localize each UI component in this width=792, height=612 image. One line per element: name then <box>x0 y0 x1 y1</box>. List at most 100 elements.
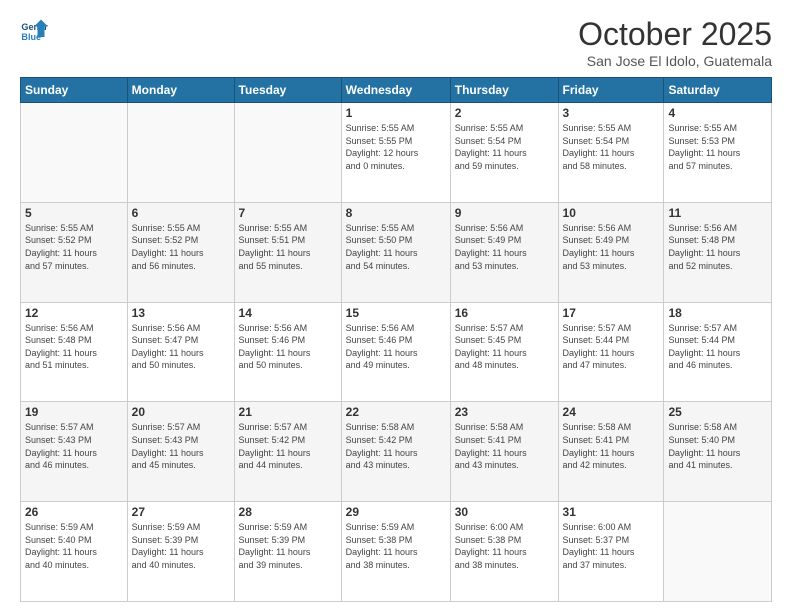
header: General Blue October 2025 San Jose El Id… <box>20 16 772 69</box>
calendar-subtitle: San Jose El Idolo, Guatemala <box>578 53 772 69</box>
day-info: Sunrise: 6:00 AM Sunset: 5:38 PM Dayligh… <box>455 521 554 571</box>
day-info: Sunrise: 5:55 AM Sunset: 5:52 PM Dayligh… <box>25 222 123 272</box>
day-number: 20 <box>132 405 230 419</box>
table-row: 25 Sunrise: 5:58 AM Sunset: 5:40 PM Dayli… <box>664 402 772 502</box>
day-number: 17 <box>563 306 660 320</box>
calendar-week-4: 19 Sunrise: 5:57 AM Sunset: 5:43 PM Dayli… <box>21 402 772 502</box>
day-info: Sunrise: 5:58 AM Sunset: 5:41 PM Dayligh… <box>563 421 660 471</box>
table-row: 31 Sunrise: 6:00 AM Sunset: 5:37 PM Dayli… <box>558 502 664 602</box>
table-row: 12 Sunrise: 5:56 AM Sunset: 5:48 PM Dayli… <box>21 302 128 402</box>
day-number: 21 <box>239 405 337 419</box>
table-row: 7 Sunrise: 5:55 AM Sunset: 5:51 PM Daylig… <box>234 202 341 302</box>
calendar-table: Sunday Monday Tuesday Wednesday Thursday… <box>20 77 772 602</box>
day-number: 25 <box>668 405 767 419</box>
day-info: Sunrise: 5:55 AM Sunset: 5:55 PM Dayligh… <box>346 122 446 172</box>
table-row: 2 Sunrise: 5:55 AM Sunset: 5:54 PM Daylig… <box>450 103 558 203</box>
day-number: 9 <box>455 206 554 220</box>
day-info: Sunrise: 5:56 AM Sunset: 5:48 PM Dayligh… <box>25 322 123 372</box>
table-row: 6 Sunrise: 5:55 AM Sunset: 5:52 PM Daylig… <box>127 202 234 302</box>
day-number: 7 <box>239 206 337 220</box>
day-info: Sunrise: 5:55 AM Sunset: 5:54 PM Dayligh… <box>455 122 554 172</box>
table-row: 17 Sunrise: 5:57 AM Sunset: 5:44 PM Dayli… <box>558 302 664 402</box>
calendar-week-3: 12 Sunrise: 5:56 AM Sunset: 5:48 PM Dayli… <box>21 302 772 402</box>
table-row: 8 Sunrise: 5:55 AM Sunset: 5:50 PM Daylig… <box>341 202 450 302</box>
col-tuesday: Tuesday <box>234 78 341 103</box>
day-info: Sunrise: 5:55 AM Sunset: 5:51 PM Dayligh… <box>239 222 337 272</box>
day-number: 19 <box>25 405 123 419</box>
day-info: Sunrise: 5:55 AM Sunset: 5:53 PM Dayligh… <box>668 122 767 172</box>
calendar-body: 1 Sunrise: 5:55 AM Sunset: 5:55 PM Daylig… <box>21 103 772 602</box>
day-info: Sunrise: 5:57 AM Sunset: 5:45 PM Dayligh… <box>455 322 554 372</box>
day-number: 14 <box>239 306 337 320</box>
day-number: 3 <box>563 106 660 120</box>
day-number: 23 <box>455 405 554 419</box>
table-row: 21Sunrise: 5:57 AM Sunset: 5:42 PM Dayli… <box>234 402 341 502</box>
day-info: Sunrise: 5:59 AM Sunset: 5:39 PM Dayligh… <box>132 521 230 571</box>
day-info: Sunrise: 5:57 AM Sunset: 5:44 PM Dayligh… <box>563 322 660 372</box>
day-number: 22 <box>346 405 446 419</box>
day-number: 28 <box>239 505 337 519</box>
day-number: 15 <box>346 306 446 320</box>
day-info: Sunrise: 5:55 AM Sunset: 5:50 PM Dayligh… <box>346 222 446 272</box>
title-block: October 2025 San Jose El Idolo, Guatemal… <box>578 16 772 69</box>
day-number: 1 <box>346 106 446 120</box>
day-number: 10 <box>563 206 660 220</box>
day-info: Sunrise: 5:56 AM Sunset: 5:48 PM Dayligh… <box>668 222 767 272</box>
day-number: 24 <box>563 405 660 419</box>
day-number: 4 <box>668 106 767 120</box>
day-info: Sunrise: 5:56 AM Sunset: 5:49 PM Dayligh… <box>563 222 660 272</box>
day-info: Sunrise: 5:59 AM Sunset: 5:40 PM Dayligh… <box>25 521 123 571</box>
table-row <box>127 103 234 203</box>
day-info: Sunrise: 5:58 AM Sunset: 5:40 PM Dayligh… <box>668 421 767 471</box>
day-info: Sunrise: 5:56 AM Sunset: 5:46 PM Dayligh… <box>346 322 446 372</box>
day-number: 29 <box>346 505 446 519</box>
day-info: Sunrise: 5:56 AM Sunset: 5:46 PM Dayligh… <box>239 322 337 372</box>
day-info: Sunrise: 5:59 AM Sunset: 5:39 PM Dayligh… <box>239 521 337 571</box>
table-row: 11 Sunrise: 5:56 AM Sunset: 5:48 PM Dayli… <box>664 202 772 302</box>
header-row: Sunday Monday Tuesday Wednesday Thursday… <box>21 78 772 103</box>
day-number: 30 <box>455 505 554 519</box>
day-number: 12 <box>25 306 123 320</box>
day-number: 2 <box>455 106 554 120</box>
day-info: Sunrise: 5:55 AM Sunset: 5:52 PM Dayligh… <box>132 222 230 272</box>
table-row: 13Sunrise: 5:56 AM Sunset: 5:47 PM Dayli… <box>127 302 234 402</box>
table-row: 4 Sunrise: 5:55 AM Sunset: 5:53 PM Daylig… <box>664 103 772 203</box>
table-row: 18Sunrise: 5:57 AM Sunset: 5:44 PM Dayli… <box>664 302 772 402</box>
calendar-week-2: 5Sunrise: 5:55 AM Sunset: 5:52 PM Daylig… <box>21 202 772 302</box>
table-row: 5Sunrise: 5:55 AM Sunset: 5:52 PM Daylig… <box>21 202 128 302</box>
day-info: Sunrise: 5:57 AM Sunset: 5:43 PM Dayligh… <box>25 421 123 471</box>
day-number: 11 <box>668 206 767 220</box>
day-number: 13 <box>132 306 230 320</box>
day-number: 31 <box>563 505 660 519</box>
day-info: Sunrise: 5:55 AM Sunset: 5:54 PM Dayligh… <box>563 122 660 172</box>
table-row: 24 Sunrise: 5:58 AM Sunset: 5:41 PM Dayli… <box>558 402 664 502</box>
day-info: Sunrise: 6:00 AM Sunset: 5:37 PM Dayligh… <box>563 521 660 571</box>
col-sunday: Sunday <box>21 78 128 103</box>
day-info: Sunrise: 5:57 AM Sunset: 5:43 PM Dayligh… <box>132 421 230 471</box>
table-row: 29 Sunrise: 5:59 AM Sunset: 5:38 PM Dayli… <box>341 502 450 602</box>
day-info: Sunrise: 5:59 AM Sunset: 5:38 PM Dayligh… <box>346 521 446 571</box>
col-saturday: Saturday <box>664 78 772 103</box>
table-row: 20 Sunrise: 5:57 AM Sunset: 5:43 PM Dayli… <box>127 402 234 502</box>
day-number: 6 <box>132 206 230 220</box>
table-row: 3 Sunrise: 5:55 AM Sunset: 5:54 PM Daylig… <box>558 103 664 203</box>
col-friday: Friday <box>558 78 664 103</box>
day-info: Sunrise: 5:57 AM Sunset: 5:44 PM Dayligh… <box>668 322 767 372</box>
day-info: Sunrise: 5:56 AM Sunset: 5:49 PM Dayligh… <box>455 222 554 272</box>
day-info: Sunrise: 5:58 AM Sunset: 5:41 PM Dayligh… <box>455 421 554 471</box>
logo-icon: General Blue <box>20 16 48 44</box>
logo: General Blue <box>20 16 52 44</box>
table-row <box>234 103 341 203</box>
calendar-title: October 2025 <box>578 16 772 53</box>
day-number: 27 <box>132 505 230 519</box>
table-row: 27 Sunrise: 5:59 AM Sunset: 5:39 PM Dayli… <box>127 502 234 602</box>
calendar-week-5: 26Sunrise: 5:59 AM Sunset: 5:40 PM Dayli… <box>21 502 772 602</box>
table-row: 15 Sunrise: 5:56 AM Sunset: 5:46 PM Dayli… <box>341 302 450 402</box>
table-row: 1 Sunrise: 5:55 AM Sunset: 5:55 PM Daylig… <box>341 103 450 203</box>
day-number: 8 <box>346 206 446 220</box>
table-row: 14 Sunrise: 5:56 AM Sunset: 5:46 PM Dayli… <box>234 302 341 402</box>
calendar-page: General Blue October 2025 San Jose El Id… <box>0 0 792 612</box>
table-row <box>664 502 772 602</box>
table-row: 30 Sunrise: 6:00 AM Sunset: 5:38 PM Dayli… <box>450 502 558 602</box>
table-row: 22Sunrise: 5:58 AM Sunset: 5:42 PM Dayli… <box>341 402 450 502</box>
